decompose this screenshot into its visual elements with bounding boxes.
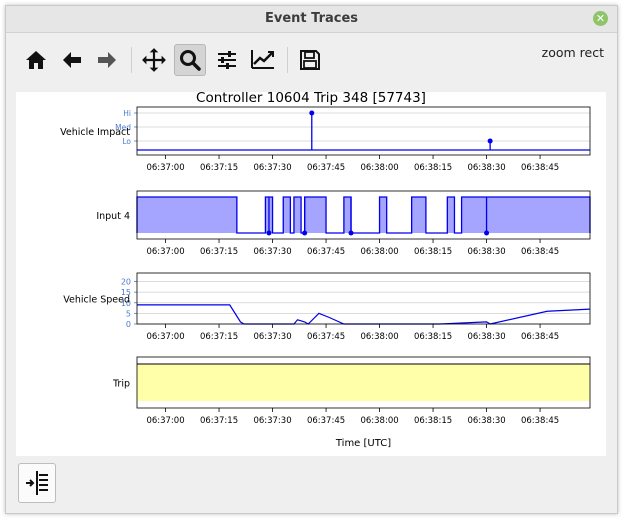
pan-button[interactable] — [138, 44, 170, 76]
toolbar-separator — [131, 47, 132, 73]
toolbar: zoom rect — [6, 33, 617, 93]
event-traces-window: Event Traces ✕ zoom rect Controller 1060… — [5, 5, 618, 514]
zoom-button[interactable] — [174, 44, 206, 76]
x-tick-label: 06:38:45 — [521, 332, 559, 342]
input-high-region — [379, 197, 387, 233]
x-tick-label: 06:38:30 — [467, 163, 505, 173]
input-high-region — [293, 197, 302, 233]
save-icon — [300, 50, 320, 70]
x-tick-label: 06:38:00 — [360, 247, 398, 257]
x-tick-label: 06:37:15 — [200, 332, 238, 342]
close-icon: ✕ — [595, 12, 606, 25]
x-tick-label: 06:37:30 — [253, 247, 291, 257]
x-tick-label: 06:37:45 — [307, 332, 345, 342]
home-button[interactable] — [20, 44, 52, 76]
y-tick-label: Hi — [123, 109, 131, 118]
toolbar-separator — [287, 47, 288, 73]
x-tick-label: 06:38:15 — [414, 163, 452, 173]
x-tick-label: 06:38:15 — [414, 332, 452, 342]
panel-toggle-icon — [26, 471, 48, 495]
figure-canvas[interactable]: Controller 10604 Trip 348 [57743] Lo Med Hi… — [16, 90, 606, 456]
input-event-marker — [266, 230, 272, 236]
x-tick-label: 06:38:30 — [467, 247, 505, 257]
x-tick-label: 06:37:15 — [200, 163, 238, 173]
input-high-region — [137, 197, 237, 233]
chart-title: Controller 10604 Trip 348 [57743] — [196, 92, 426, 106]
x-tick-label: 06:38:00 — [360, 163, 398, 173]
back-button[interactable] — [56, 44, 88, 76]
panel-label: Vehicle Speed — [63, 295, 130, 306]
back-arrow-icon — [63, 52, 81, 68]
input-high-region — [461, 197, 590, 233]
x-tick-label: 06:38:45 — [521, 163, 559, 173]
input-high-region — [304, 197, 327, 233]
x-tick-label: 06:37:00 — [146, 332, 184, 342]
forward-arrow-icon — [98, 52, 116, 68]
configure-subplots-button[interactable] — [211, 44, 243, 76]
panel-label: Trip — [112, 379, 130, 390]
input-event-marker — [348, 230, 354, 236]
input-high-region — [447, 197, 455, 233]
toolbar-mode-label: zoom rect — [541, 45, 604, 60]
panel-label: Vehicle Impact — [60, 127, 130, 138]
speed-series-line — [137, 304, 591, 325]
configure-subplots-icon — [218, 51, 236, 69]
axes-frame — [136, 106, 591, 156]
close-button[interactable]: ✕ — [593, 11, 608, 26]
x-tick-label: 06:37:30 — [253, 163, 291, 173]
stem-marker — [487, 138, 493, 144]
x-tick-label: 06:37:00 — [146, 416, 184, 426]
x-tick-label: 06:37:15 — [200, 416, 238, 426]
event-traces-chart[interactable]: Controller 10604 Trip 348 [57743]LoMedHi… — [16, 90, 606, 456]
x-tick-label: 06:38:45 — [521, 416, 559, 426]
x-tick-label: 06:37:15 — [200, 247, 238, 257]
x-tick-label: 06:37:45 — [307, 416, 345, 426]
toggle-panel-button[interactable] — [18, 463, 56, 503]
edit-axis-button[interactable] — [247, 44, 279, 76]
x-tick-label: 06:37:45 — [307, 163, 345, 173]
x-tick-label: 06:37:30 — [253, 416, 291, 426]
home-icon — [26, 51, 46, 69]
x-axis-label: Time [UTC] — [335, 438, 391, 449]
x-tick-label: 06:38:00 — [360, 332, 398, 342]
panel-label: Input 4 — [96, 211, 130, 222]
y-tick-label: 0 — [126, 320, 131, 329]
edit-axis-icon — [251, 50, 274, 69]
x-tick-label: 06:37:00 — [146, 247, 184, 257]
forward-button[interactable] — [91, 44, 123, 76]
zoom-icon — [180, 50, 201, 71]
input-high-region — [411, 197, 426, 233]
x-tick-label: 06:38:30 — [467, 416, 505, 426]
y-tick-label: 5 — [126, 309, 131, 318]
x-tick-label: 06:38:15 — [414, 247, 452, 257]
x-tick-label: 06:38:00 — [360, 416, 398, 426]
window-title: Event Traces — [264, 11, 359, 26]
save-button[interactable] — [294, 44, 326, 76]
input-high-region — [283, 197, 291, 233]
x-tick-label: 06:37:30 — [253, 332, 291, 342]
input-event-marker — [484, 230, 490, 236]
x-tick-label: 06:38:30 — [467, 332, 505, 342]
input-high-region — [343, 197, 352, 233]
y-tick-label: Lo — [122, 137, 131, 146]
pan-icon — [142, 48, 166, 72]
x-tick-label: 06:37:45 — [307, 247, 345, 257]
trip-span — [137, 364, 590, 401]
x-tick-label: 06:37:00 — [146, 163, 184, 173]
title-bar: Event Traces ✕ — [6, 6, 617, 33]
stem-marker — [309, 110, 315, 116]
input-event-marker — [302, 230, 308, 236]
x-tick-label: 06:38:45 — [521, 247, 559, 257]
x-tick-label: 06:38:15 — [414, 416, 452, 426]
y-tick-label: 20 — [121, 278, 131, 287]
